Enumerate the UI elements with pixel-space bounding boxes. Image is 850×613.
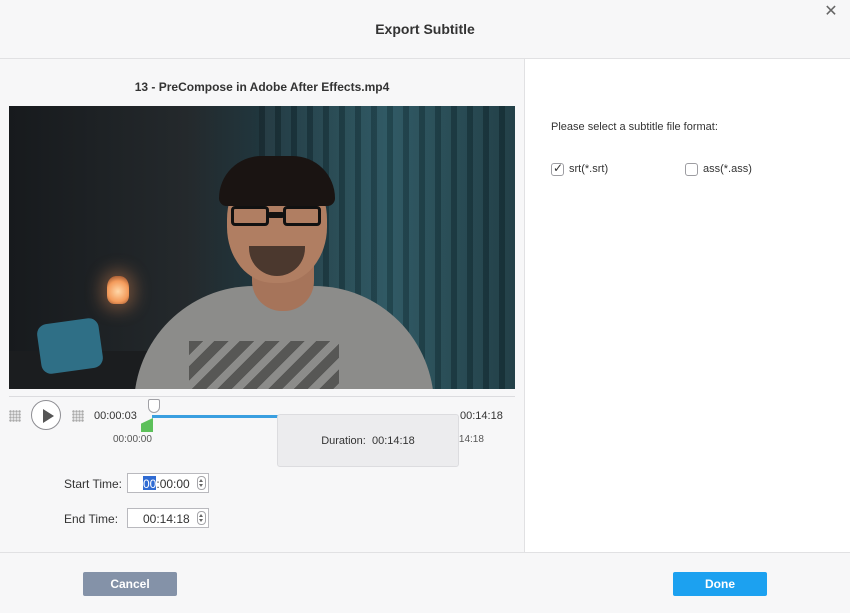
play-icon[interactable]	[31, 400, 61, 430]
start-time-label: Start Time:	[64, 477, 123, 491]
start-time-stepper[interactable]	[197, 476, 206, 490]
format-panel: Please select a subtitle file format: sr…	[525, 59, 850, 552]
duration-box: Duration: 00:14:18	[277, 414, 459, 467]
start-time-selected-text: 00	[143, 477, 157, 491]
dialog-footer: Cancel Done	[0, 552, 850, 613]
duration-value: 00:14:18	[371, 435, 415, 447]
video-background-lamp	[107, 276, 129, 304]
video-background-pillow	[35, 316, 105, 376]
cancel-button[interactable]: Cancel	[83, 572, 177, 596]
end-time-stepper[interactable]	[197, 511, 206, 525]
drag-grip-icon[interactable]	[9, 410, 21, 422]
srt-checkbox-label: srt(*.srt)	[569, 163, 609, 175]
video-person-glasses	[231, 206, 323, 228]
range-start-marker[interactable]	[141, 418, 153, 432]
end-time-label: End Time:	[64, 512, 119, 526]
controls-divider	[9, 396, 515, 397]
total-time: 00:14:18	[460, 410, 503, 422]
current-time: 00:00:03	[94, 410, 137, 422]
video-person-shirt-print	[189, 341, 339, 389]
ass-checkbox-box[interactable]	[685, 163, 698, 176]
start-time-value: :00:00	[156, 477, 190, 491]
video-preview[interactable]	[9, 106, 515, 389]
range-start-time: 00:00:00	[113, 434, 152, 445]
dialog-header: Export Subtitle ✕	[0, 0, 850, 59]
ass-checkbox-label: ass(*.ass)	[703, 163, 752, 175]
drag-grip-icon[interactable]	[72, 410, 84, 422]
srt-checkbox-box[interactable]	[551, 161, 564, 176]
playhead-handle[interactable]	[148, 399, 160, 413]
done-button[interactable]: Done	[673, 572, 767, 596]
format-prompt: Please select a subtitle file format:	[551, 121, 718, 133]
start-time-field[interactable]: 00:00:00	[127, 473, 209, 493]
video-person-hair	[219, 156, 335, 206]
video-filename: 13 - PreCompose in Adobe After Effects.m…	[134, 80, 390, 94]
duration-label: Duration:	[321, 435, 366, 447]
dialog-title: Export Subtitle	[375, 21, 475, 37]
end-time-value: 00:14:18	[143, 512, 190, 526]
close-icon[interactable]: ✕	[822, 3, 840, 21]
end-time-field[interactable]: 00:14:18	[127, 508, 209, 528]
